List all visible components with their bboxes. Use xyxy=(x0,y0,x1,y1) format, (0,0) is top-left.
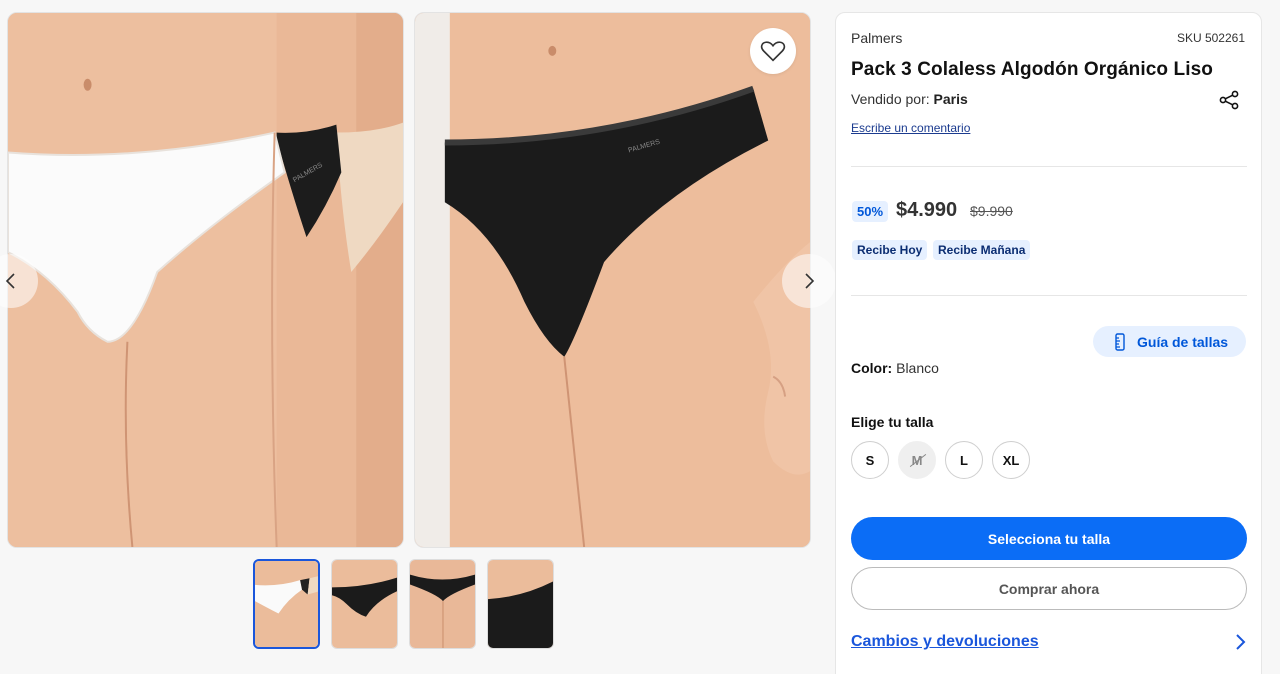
product-image-white-pack[interactable]: PALMERS xyxy=(7,12,404,548)
share-icon[interactable] xyxy=(1218,89,1240,111)
product-image-black[interactable]: PALMERS xyxy=(414,12,811,548)
product-photo-black: PALMERS xyxy=(415,13,810,547)
product-page: PALMERS PALMERS Palmers SKU 502261 Pack … xyxy=(0,0,1280,674)
divider xyxy=(851,166,1247,167)
size-option-l[interactable]: L xyxy=(945,441,983,479)
favorite-button[interactable] xyxy=(750,28,796,74)
discount-badge: 50% xyxy=(852,201,889,222)
returns-link[interactable]: Cambios y devoluciones xyxy=(851,633,1247,651)
thumbnail-image xyxy=(488,560,553,648)
thumbnail-2[interactable] xyxy=(331,559,398,649)
product-photo-white: PALMERS xyxy=(8,13,403,547)
size-guide-label: Guía de tallas xyxy=(1137,333,1229,350)
write-review-link[interactable]: Escribe un comentario xyxy=(851,121,970,135)
delivery-badge-tomorrow: Recibe Mañana xyxy=(933,240,1031,260)
thumbnail-4[interactable] xyxy=(487,559,554,649)
size-guide-button[interactable]: Guía de tallas xyxy=(1093,326,1246,357)
color-info: Color: Blanco xyxy=(851,360,939,376)
chevron-right-icon xyxy=(1236,634,1246,650)
next-image-button[interactable] xyxy=(782,254,836,308)
color-label: Color: xyxy=(851,360,893,376)
size-option-s[interactable]: S xyxy=(851,441,889,479)
delivery-badge-today: Recibe Hoy xyxy=(852,240,928,260)
brand-name[interactable]: Palmers xyxy=(851,30,902,46)
buy-now-button[interactable]: Comprar ahora xyxy=(851,567,1247,610)
heart-icon xyxy=(760,41,786,62)
size-option-xl[interactable]: XL xyxy=(992,441,1030,479)
seller-name: Paris xyxy=(933,91,968,107)
thumbnail-1[interactable] xyxy=(253,559,320,649)
thumbnail-image xyxy=(255,561,318,647)
seller-prefix: Vendido por: xyxy=(851,91,930,107)
select-size-button[interactable]: Selecciona tu talla xyxy=(851,517,1247,560)
size-option-m[interactable]: M xyxy=(898,441,936,479)
divider xyxy=(851,295,1247,296)
choose-size-label: Elige tu talla xyxy=(851,414,934,430)
sku-label: SKU 502261 xyxy=(1176,31,1245,45)
thumbnail-image xyxy=(332,560,397,648)
ruler-icon xyxy=(1115,332,1125,351)
chevron-right-icon xyxy=(805,273,815,289)
current-price: $4.990 xyxy=(896,199,958,221)
seller-info: Vendido por: Paris xyxy=(851,91,968,107)
chevron-left-icon xyxy=(5,273,15,289)
returns-label: Cambios y devoluciones xyxy=(851,633,1039,650)
size-selector: S M L XL xyxy=(851,441,1030,479)
thumbnail-strip xyxy=(253,559,554,649)
product-title: Pack 3 Colaless Algodón Orgánico Liso xyxy=(851,59,1213,80)
color-value: Blanco xyxy=(896,360,939,376)
thumbnail-3[interactable] xyxy=(409,559,476,649)
original-price: $9.990 xyxy=(970,203,1013,219)
product-info-panel: Palmers SKU 502261 Pack 3 Colaless Algod… xyxy=(835,12,1262,674)
thumbnail-image xyxy=(410,560,475,648)
